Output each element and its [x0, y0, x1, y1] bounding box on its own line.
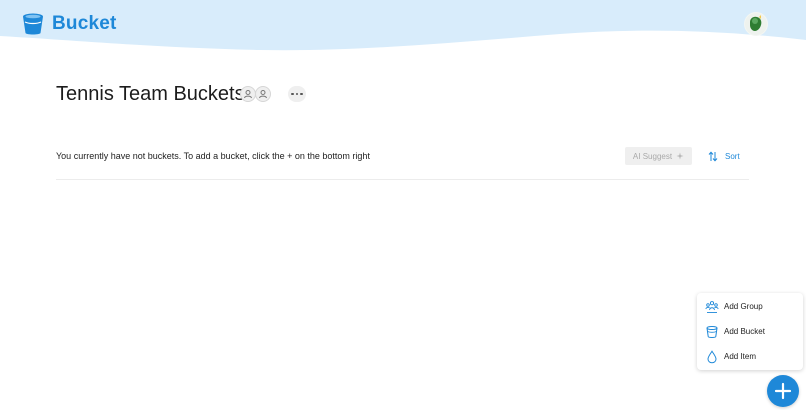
- menu-item-add-item[interactable]: Add Item: [697, 345, 803, 369]
- sparkle-icon: [676, 152, 684, 160]
- more-options-button[interactable]: [288, 86, 306, 102]
- sort-arrows-icon: [708, 150, 718, 162]
- person-icon: [240, 86, 256, 102]
- more-dot: [300, 92, 303, 96]
- empty-state-message: You currently have not buckets. To add a…: [56, 151, 370, 161]
- app-root: Bucket Tennis Team Buckets You currently…: [0, 0, 806, 410]
- sort-button[interactable]: Sort: [708, 148, 740, 164]
- menu-item-add-bucket[interactable]: Add Bucket: [697, 320, 803, 344]
- plus-icon: [774, 382, 792, 400]
- page-title: Tennis Team Buckets: [56, 83, 245, 105]
- menu-item-label: Add Item: [724, 352, 757, 361]
- members-group[interactable]: [240, 86, 271, 102]
- more-horizontal-icon: [291, 92, 294, 96]
- menu-item-label: Add Group: [724, 302, 763, 311]
- ai-suggest-button[interactable]: AI Suggest: [625, 147, 692, 165]
- add-fab-button[interactable]: [767, 375, 799, 407]
- drop-icon: [707, 350, 717, 364]
- bucket-outline-icon: [706, 326, 718, 338]
- sort-label: Sort: [725, 151, 740, 161]
- more-dot: [295, 92, 299, 96]
- menu-item-add-group[interactable]: Add Group: [697, 295, 803, 319]
- group-icon: [705, 301, 719, 313]
- user-avatar[interactable]: [744, 12, 768, 36]
- person-icon: [255, 86, 271, 102]
- ai-suggest-label: AI Suggest: [632, 151, 673, 161]
- user-avatar-icon: [745, 13, 767, 35]
- app-logo[interactable]: Bucket: [20, 11, 117, 37]
- header-banner: [0, 0, 806, 51]
- add-menu: Add Group Add Bucket Add Item: [697, 293, 803, 370]
- bucket-icon: [23, 13, 43, 35]
- content-divider: [56, 179, 749, 180]
- menu-item-label: Add Bucket: [724, 327, 765, 336]
- app-name: Bucket: [52, 13, 117, 34]
